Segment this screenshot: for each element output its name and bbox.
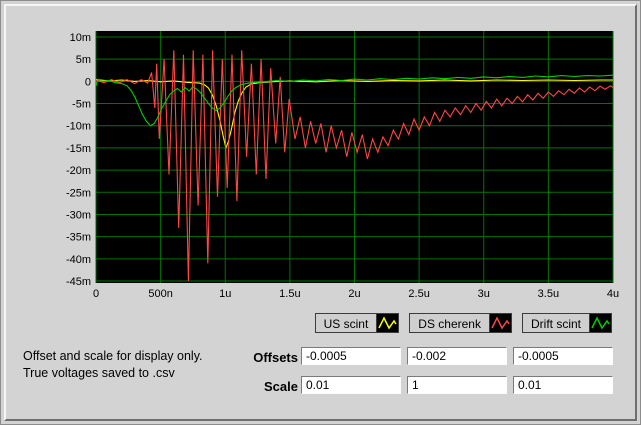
x-tick-label: 500n [148, 288, 172, 300]
note-line-1: Offset and scale for display only. [23, 349, 203, 363]
display-note: Offset and scale for display only. True … [23, 348, 203, 382]
y-tick-label: -35m [66, 232, 91, 244]
front-panel: 0 500n 1u 1.5u 2u 2.5u 3u 3.5u 4u 10m 5m 0 -5m -10m -1… [0, 0, 641, 425]
us-scint-waveform-icon[interactable] [376, 313, 400, 333]
y-tick-label: 10m [70, 32, 91, 44]
offset-input-us-scint[interactable] [301, 347, 401, 365]
scale-input-us-scint[interactable] [301, 376, 401, 394]
note-line-2: True voltages saved to .csv [23, 366, 175, 380]
y-tick-label: -25m [66, 187, 91, 199]
legend-item-ds-cherenk[interactable]: DS cherenk [409, 313, 512, 333]
scale-label: Scale [264, 379, 298, 394]
offset-input-ds-cherenk[interactable] [407, 347, 507, 365]
x-tick-label: 1u [219, 288, 231, 300]
legend-item-us-scint[interactable]: US scint [314, 313, 400, 333]
scale-input-ds-cherenk[interactable] [407, 376, 507, 394]
y-tick-label: 5m [76, 54, 91, 66]
offset-input-drift-scint[interactable] [513, 347, 613, 365]
x-tick-label: 3u [478, 288, 490, 300]
legend-item-drift-scint[interactable]: Drift scint [521, 313, 612, 333]
x-tick-label: 4u [607, 288, 619, 300]
legend-label-drift-scint[interactable]: Drift scint [521, 313, 589, 333]
waveform-graph: 0 500n 1u 1.5u 2u 2.5u 3u 3.5u 4u 10m 5m 0 -5m -10m -1… [66, 31, 619, 300]
ds-cherenk-waveform-icon[interactable] [488, 313, 512, 333]
drift-scint-waveform-icon[interactable] [589, 313, 612, 333]
x-tick-label: 0 [93, 288, 99, 300]
scale-input-drift-scint[interactable] [513, 376, 613, 394]
x-tick-label: 2.5u [408, 288, 429, 300]
legend-label-ds-cherenk[interactable]: DS cherenk [409, 313, 489, 333]
x-tick-label: 2u [348, 288, 360, 300]
y-tick-label: -40m [66, 254, 91, 266]
y-tick-label: -45m [66, 276, 91, 288]
y-tick-label: -20m [66, 165, 91, 177]
y-tick-label: 0 [85, 76, 91, 88]
offsets-label: Offsets [253, 350, 298, 365]
x-tick-label: 3.5u [538, 288, 559, 300]
x-tick-label: 1.5u [279, 288, 300, 300]
y-tick-label: -5m [72, 99, 91, 111]
y-tick-label: -30m [66, 209, 91, 221]
plot-legend: US scint DS cherenk Drift scint [314, 313, 612, 333]
y-tick-label: -10m [66, 121, 91, 133]
y-tick-label: -15m [66, 143, 91, 155]
legend-label-us-scint[interactable]: US scint [314, 313, 377, 333]
